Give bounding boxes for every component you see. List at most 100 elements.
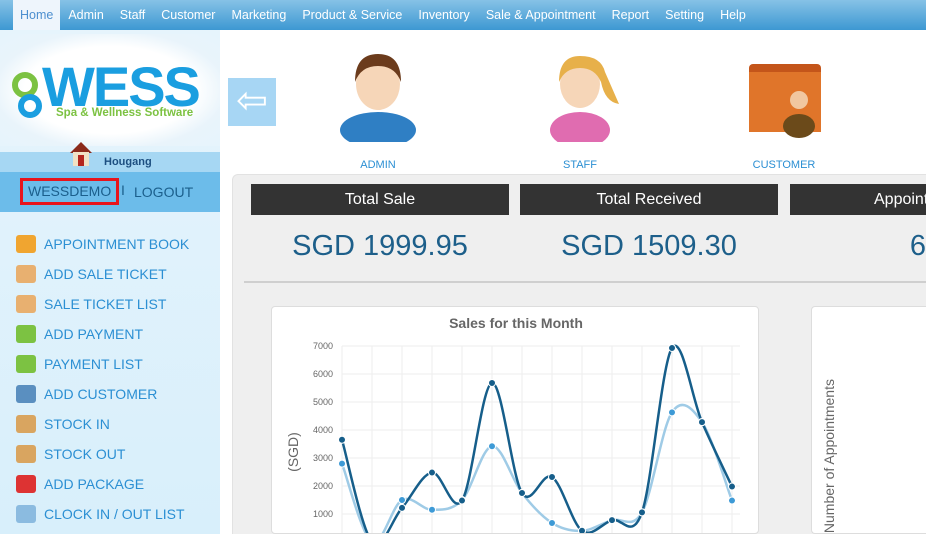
sidebar-item-stock-in[interactable]: STOCK IN xyxy=(16,409,189,439)
data-point xyxy=(428,505,436,514)
sidebar-item-label: STOCK IN xyxy=(44,416,110,432)
y-tick-label: 5000 xyxy=(313,397,333,407)
nav-admin[interactable]: Admin xyxy=(60,0,111,30)
quick-admin[interactable]: ADMIN xyxy=(318,42,438,171)
nav-product-service[interactable]: Product & Service xyxy=(294,0,410,30)
data-point xyxy=(488,378,496,387)
stat-title-total-sale: Total Sale xyxy=(251,184,509,215)
logout-link[interactable]: LOGOUT xyxy=(134,184,193,200)
house-icon xyxy=(70,142,92,166)
sidebar-item-appointment-book[interactable]: APPOINTMENT BOOK xyxy=(16,229,189,259)
sales-chart-card: 1000 2000 3000 4000 5000 6000 7000 Sales for th… xyxy=(271,306,759,538)
data-point xyxy=(398,503,406,512)
money-icon xyxy=(16,325,36,343)
sidebar-item-payment-list[interactable]: PAYMENT LIST xyxy=(16,349,189,379)
data-point xyxy=(608,516,616,525)
sidebar-item-label: APPOINTMENT BOOK xyxy=(44,236,190,252)
box-icon xyxy=(16,445,36,463)
data-point xyxy=(338,435,346,444)
stat-value-total-received: SGD 1509.30 xyxy=(561,230,737,262)
logo-tagline: Spa & Wellness Software xyxy=(56,107,194,119)
sidebar-item-add-package[interactable]: ADD PACKAGE xyxy=(16,469,189,499)
data-point xyxy=(518,489,526,497)
appointment-book-icon xyxy=(16,235,36,253)
data-point xyxy=(638,508,646,517)
quick-label: ADMIN xyxy=(360,159,396,171)
data-point xyxy=(668,408,676,417)
data-point xyxy=(548,518,556,527)
money-icon xyxy=(16,355,36,373)
data-point xyxy=(338,459,346,468)
data-point xyxy=(698,418,706,427)
appointments-chart-card: Number of Appointments xyxy=(811,306,926,534)
sale-ticket-icon xyxy=(16,265,36,283)
branch-name: Hougang xyxy=(104,156,152,168)
customer-card-icon xyxy=(16,385,36,403)
y-axis-label: (SGD) xyxy=(285,432,301,472)
sidebar-item-label: ADD PACKAGE xyxy=(44,476,145,492)
y-tick-label: 7000 xyxy=(313,341,333,351)
nav-customer[interactable]: Customer xyxy=(153,0,223,30)
user-bar: WESSDEMO I LOGOUT xyxy=(0,172,220,212)
nav-inventory[interactable]: Inventory xyxy=(410,0,477,30)
sidebar-item-add-payment[interactable]: ADD PAYMENT xyxy=(16,319,189,349)
logo-ring-icon xyxy=(18,94,42,118)
sidebar-item-sale-ticket-list[interactable]: SALE TICKET LIST xyxy=(16,289,189,319)
sidebar-item-label: CLOCK IN / OUT LIST xyxy=(44,506,185,522)
sidebar-item-label: PAYMENT LIST xyxy=(44,356,143,372)
sidebar-item-stock-out[interactable]: STOCK OUT xyxy=(16,439,189,469)
nav-report[interactable]: Report xyxy=(604,0,658,30)
package-icon xyxy=(16,475,36,493)
nav-staff[interactable]: Staff xyxy=(112,0,153,30)
branch-bar: Hougang xyxy=(0,142,220,172)
appointments-y-label: Number of Appointments xyxy=(821,379,837,534)
y-tick-label: 4000 xyxy=(313,425,333,435)
sidebar: WESS Spa & Wellness Software Hougang WES… xyxy=(0,30,220,534)
box-icon xyxy=(16,415,36,433)
clock-icon xyxy=(16,505,36,523)
sidebar-item-add-customer[interactable]: ADD CUSTOMER xyxy=(16,379,189,409)
sale-ticket-icon xyxy=(16,295,36,313)
back-arrow-icon[interactable]: ⇦ xyxy=(228,78,276,126)
sidebar-item-label: ADD CUSTOMER xyxy=(44,386,158,402)
data-point xyxy=(548,473,556,482)
stat-value-total-sale: SGD 1999.95 xyxy=(292,230,468,262)
quick-label: STAFF xyxy=(562,159,597,171)
sidebar-item-label: ADD PAYMENT xyxy=(44,326,144,342)
quick-label: CUSTOMER xyxy=(752,159,816,171)
customer-folder-icon xyxy=(749,64,821,138)
data-point xyxy=(458,496,466,505)
data-point xyxy=(578,526,586,535)
nav-home[interactable]: Home xyxy=(13,0,61,30)
y-tick-label: 1000 xyxy=(313,509,333,519)
quick-customer[interactable]: CUSTOMER xyxy=(724,42,844,171)
data-point xyxy=(728,496,736,505)
y-tick-label: 2000 xyxy=(313,481,333,491)
sidebar-item-label: STOCK OUT xyxy=(44,446,126,462)
y-tick-label: 3000 xyxy=(313,453,333,463)
quick-staff[interactable]: STAFF xyxy=(520,42,640,171)
data-point xyxy=(728,482,736,491)
sidebar-item-clock-in-out-list[interactable]: CLOCK IN / OUT LIST xyxy=(16,499,189,529)
stat-title-appointments: Appoint xyxy=(790,184,926,215)
sidebar-item-label: ADD SALE TICKET xyxy=(44,266,167,282)
nav-sale-appointment[interactable]: Sale & Appointment xyxy=(478,0,604,30)
data-point xyxy=(428,468,436,477)
stat-title-total-received: Total Received xyxy=(520,184,778,215)
staff-avatar-icon xyxy=(550,56,619,148)
nav-help[interactable]: Help xyxy=(712,0,754,30)
sidebar-item-add-sale-ticket[interactable]: ADD SALE TICKET xyxy=(16,259,189,289)
sidebar-item-label: SALE TICKET LIST xyxy=(44,296,167,312)
chart-title: Sales for this Month xyxy=(449,315,583,331)
data-point xyxy=(488,442,496,451)
nav-setting[interactable]: Setting xyxy=(657,0,712,30)
admin-avatar-icon xyxy=(340,54,416,148)
sidebar-menu: APPOINTMENT BOOK ADD SALE TICKET SALE TICK… xyxy=(16,229,189,529)
username-link[interactable]: WESSDEMO xyxy=(20,178,119,205)
nav-marketing[interactable]: Marketing xyxy=(223,0,294,30)
separator: I xyxy=(121,182,125,198)
data-point xyxy=(668,343,676,352)
sales-chart: 1000 2000 3000 4000 5000 6000 7000 Sales for th… xyxy=(285,315,740,538)
data-point xyxy=(398,496,406,504)
stat-value-appointments: 6 xyxy=(909,230,926,262)
